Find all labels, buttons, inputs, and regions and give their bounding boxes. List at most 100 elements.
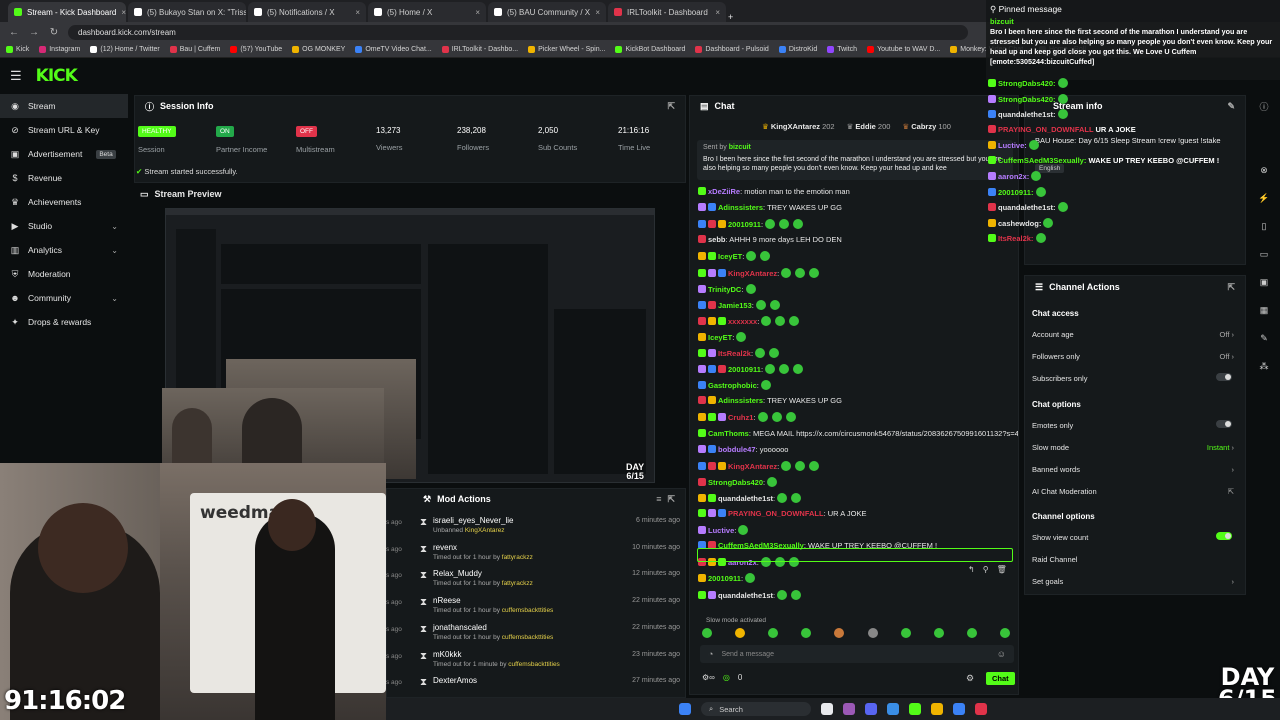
sidebar-item-achievements[interactable]: ♛ Achievements	[0, 190, 128, 214]
chat-username[interactable]: Adinssisters	[718, 396, 763, 405]
show-view-count-toggle[interactable]	[1216, 532, 1232, 540]
kick-logo[interactable]: KICK	[36, 66, 78, 86]
mod-action-row[interactable]: ⧗ israeli_eyes_Never_lie Unbanned KingXAnt…	[418, 514, 680, 540]
bookmark-item[interactable]: Dashboard - Pulsoid	[695, 46, 769, 53]
chat-message[interactable]: CamThoms: MEGA MAIL https://x.com/circus…	[698, 428, 1018, 438]
quick-emote-icon[interactable]	[900, 628, 911, 638]
mod-target-user[interactable]: jonathanscaled	[433, 623, 487, 632]
info-rail-icon[interactable]: ⓘ	[1254, 96, 1274, 116]
chat-username[interactable]: StrongDabs420	[708, 478, 763, 487]
chat-message[interactable]: sebb: AHHH 9 more days LEH DO DEN	[698, 235, 1018, 244]
new-tab-icon[interactable]: +	[728, 12, 733, 22]
quick-emote-icon[interactable]	[702, 628, 712, 638]
mod-target-user[interactable]: israeli_eyes_Never_lie	[433, 516, 513, 525]
emotes-only-row[interactable]: Emotes only	[1032, 420, 1238, 430]
moderator-name[interactable]: cuffemsbackttities	[502, 607, 554, 614]
monitor-rail-icon[interactable]: ▣	[1254, 272, 1274, 292]
chat-username[interactable]: 20010911	[728, 220, 761, 229]
quick-emote-icon[interactable]	[966, 628, 977, 638]
mod-action-row[interactable]: ⧗ Relax_Muddy Timed out for 1 hour by fatt…	[418, 567, 680, 593]
bookmark-item[interactable]: Kick	[6, 46, 29, 53]
doc-rail-icon[interactable]: ▯	[1254, 216, 1274, 236]
bookmark-item[interactable]: Picker Wheel - Spin...	[528, 46, 605, 53]
sidebar-item-advertisement[interactable]: ▣ Advertisement Beta	[0, 142, 128, 166]
chat-username[interactable]: TrinityDC	[708, 285, 741, 294]
pin-icon[interactable]: ⚲	[983, 565, 989, 574]
bookmark-item[interactable]: KickBot Dashboard	[615, 46, 685, 53]
moderator-name[interactable]: cuffemsbackttities	[508, 661, 560, 668]
chat-message[interactable]: 20010911:	[698, 364, 1018, 375]
store-icon[interactable]	[953, 703, 965, 715]
chat-message[interactable]: xDeZiiRe: motion man to the emotion man	[698, 187, 1018, 196]
quick-emote-icon[interactable]	[834, 628, 845, 638]
chat-message[interactable]: 20010911:	[698, 219, 1018, 230]
quick-emote-icon[interactable]	[867, 628, 878, 638]
windows-start-icon[interactable]	[679, 703, 691, 715]
bookmark-item[interactable]: (12) Home / Twitter	[90, 46, 160, 53]
close-tab-icon[interactable]: ×	[355, 8, 360, 17]
folder-icon[interactable]	[931, 703, 943, 715]
browser-tab[interactable]: (5) Home / X ×	[368, 2, 486, 22]
chat-username[interactable]: bobdule47	[718, 445, 756, 454]
bookmark-item[interactable]: Twitch	[827, 46, 857, 53]
chat-input[interactable]: ◔ Send a message ☺	[700, 645, 1014, 663]
browser-tab[interactable]: IRLToolkit - Dashboard ×	[608, 2, 726, 22]
subscribers-only-toggle[interactable]	[1216, 373, 1232, 381]
mod-target-user[interactable]: Relax_Muddy	[433, 569, 482, 578]
show-view-count-row[interactable]: Show view count	[1032, 532, 1238, 542]
browser-tab[interactable]: Stream - Kick Dashboard ×	[8, 2, 126, 22]
chat-username[interactable]: xxxxxxx	[728, 317, 757, 326]
moderator-name[interactable]: fattyrackzz	[502, 554, 533, 561]
popout-icon[interactable]: ⇱	[667, 494, 675, 505]
chat-message[interactable]: Luctive:	[698, 525, 1018, 536]
taskbar-search[interactable]: ⌕ Search	[701, 702, 811, 716]
menu-icon[interactable]: ☰	[10, 68, 22, 84]
chat-message[interactable]: TrinityDC:	[698, 283, 1018, 294]
chat-message[interactable]: 20010911:	[698, 573, 1018, 584]
chat-username[interactable]: Luctive	[708, 526, 734, 535]
mod-action-row[interactable]: ⧗ nReese Timed out for 1 hour by cuffemsba…	[418, 594, 680, 620]
chat-message[interactable]: Adinssisters: TREY WAKES UP GG	[698, 396, 1018, 405]
sidebar-item-revenue[interactable]: $ Revenue	[0, 166, 128, 190]
chat-rail-icon[interactable]: ▭	[1254, 244, 1274, 264]
chat-message[interactable]: IceyET:	[698, 331, 1018, 342]
chat-message[interactable]: IceyET:	[698, 251, 1018, 262]
chat-username[interactable]: quandalethe1st	[718, 591, 773, 600]
crosshair-rail-icon[interactable]: ⊗	[1254, 160, 1274, 180]
telegram-icon[interactable]	[887, 703, 899, 715]
back-icon[interactable]: ←	[8, 27, 20, 38]
mod-target-user[interactable]: DexterAmos	[433, 676, 477, 685]
chat-message[interactable]: Adinssisters: TREY WAKES UP GG	[698, 203, 1018, 212]
mod-action-row[interactable]: ⧗ mK0kkk Timed out for 1 minute by cuffems…	[418, 648, 680, 674]
chat-message[interactable]: Jamie153:	[698, 299, 1018, 310]
chat-message[interactable]: ItsReal2k:	[698, 348, 1018, 358]
chat-settings-icon[interactable]: ⚙	[966, 673, 974, 684]
chat-username[interactable]: IceyET	[718, 252, 742, 261]
chat-username[interactable]: Adinssisters	[718, 203, 763, 212]
chat-message[interactable]: Gastrophobic:	[698, 380, 1018, 391]
bookmark-item[interactable]: OmeTV Video Chat...	[355, 46, 432, 53]
bookmark-item[interactable]: Bau | Cuffem	[169, 46, 220, 53]
chat-username[interactable]: Gastrophobic	[708, 381, 757, 390]
delete-icon[interactable]: 🗑	[997, 565, 1007, 574]
browser-tab[interactable]: (5) Bukayo Stan on X: "Triss bel×	[128, 2, 246, 22]
chat-message[interactable]: quandalethe1st:	[698, 589, 1018, 600]
popout-icon[interactable]: ⇱	[667, 101, 675, 112]
chat-message[interactable]: quandalethe1st:	[698, 492, 1018, 503]
banned-words-row[interactable]: Banned words ›	[1032, 465, 1238, 474]
reload-icon[interactable]: ↻	[48, 27, 60, 38]
reply-icon[interactable]: ↰	[968, 565, 975, 574]
top-gifter-name[interactable]: KingXAntarez	[771, 122, 820, 131]
bookmark-item[interactable]: (57) YouTube	[230, 46, 282, 53]
quick-emote-icon[interactable]	[735, 628, 746, 638]
popout-icon[interactable]: ⇱	[1227, 282, 1235, 293]
chat-username[interactable]: sebb	[708, 235, 726, 244]
chat-username[interactable]: KingXAntarez	[728, 269, 777, 278]
raid-channel-row[interactable]: Raid Channel	[1032, 555, 1238, 564]
chat-username[interactable]: 20010911	[728, 365, 761, 374]
chat-message[interactable]: KingXAntarez:	[698, 460, 1018, 471]
chat-username[interactable]: PRAYING_ON_DOWNFALL	[728, 509, 824, 518]
chat-username[interactable]: Cruhz1	[728, 413, 753, 422]
chat-username[interactable]: quandalethe1st	[718, 494, 773, 503]
sidebar-item-stream[interactable]: ◉ Stream	[0, 94, 128, 118]
